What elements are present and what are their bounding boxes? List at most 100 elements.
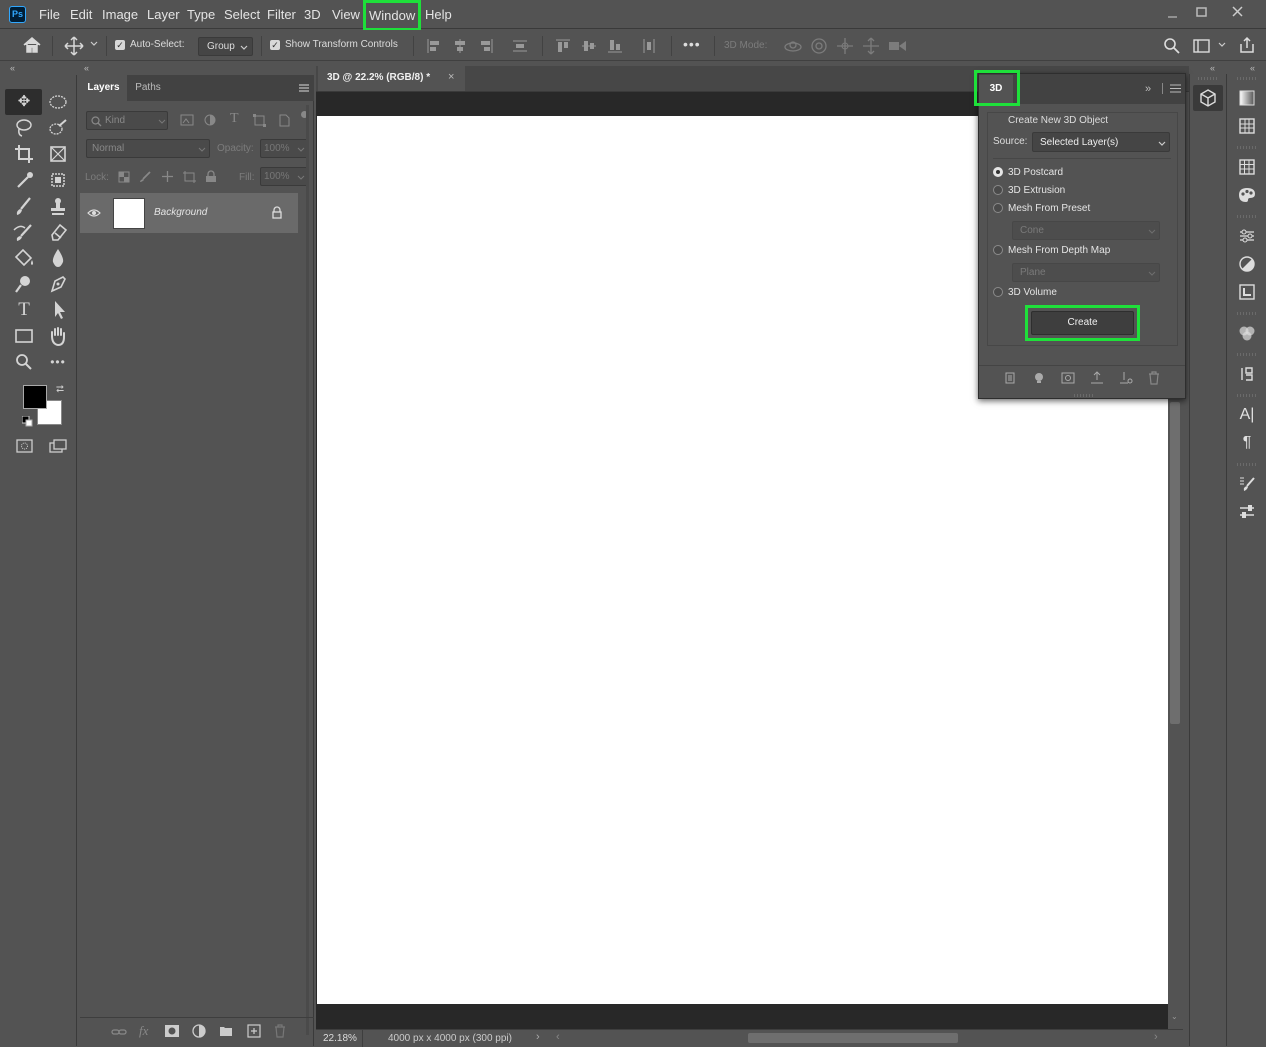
channels-icon[interactable]: [1227, 319, 1266, 347]
new-light-icon[interactable]: [1119, 371, 1133, 384]
add-mask-icon[interactable]: [165, 1025, 179, 1037]
ground-plane-icon[interactable]: [1090, 371, 1104, 384]
brush-settings-icon[interactable]: [1227, 470, 1266, 498]
crop-tool-icon[interactable]: [10, 142, 38, 166]
scale-3d-icon[interactable]: [887, 37, 909, 55]
menu-layer[interactable]: Layer: [143, 0, 184, 29]
menu-window[interactable]: Window: [363, 0, 421, 31]
foreground-color-swatch[interactable]: [23, 385, 47, 409]
menu-filter[interactable]: Filter: [263, 0, 300, 29]
character-icon[interactable]: A|: [1227, 401, 1266, 429]
menu-image[interactable]: Image: [98, 0, 142, 29]
gradients-icon[interactable]: [1227, 84, 1266, 112]
workspace-icon[interactable]: [1193, 38, 1211, 54]
eraser-tool-icon[interactable]: [44, 220, 72, 244]
blur-tool-icon[interactable]: [44, 246, 72, 270]
history-brush-tool-icon[interactable]: [10, 220, 38, 244]
radio-3d-postcard[interactable]: [993, 167, 1003, 177]
lock-artboard-icon[interactable]: [183, 171, 196, 183]
new-adjustment-icon[interactable]: [192, 1024, 206, 1038]
option-3d-volume[interactable]: 3D Volume: [1008, 287, 1057, 298]
distribute-icon[interactable]: [512, 38, 528, 54]
filter-shape-icon[interactable]: [253, 114, 266, 127]
align-right-icon[interactable]: [478, 38, 494, 54]
quick-selection-tool-icon[interactable]: [44, 116, 72, 140]
adjustments-icon[interactable]: [1227, 250, 1266, 278]
distribute-vertical-icon[interactable]: [641, 38, 657, 54]
stamp-tool-icon[interactable]: [44, 194, 72, 218]
option-3d-extrusion[interactable]: 3D Extrusion: [1008, 185, 1065, 196]
menu-view[interactable]: View: [328, 0, 364, 29]
delete-icon[interactable]: [1148, 371, 1160, 385]
pan-3d-icon[interactable]: [835, 37, 855, 55]
delete-layer-icon[interactable]: [274, 1024, 286, 1038]
paint-bucket-tool-icon[interactable]: [10, 246, 38, 270]
history-icon[interactable]: [1227, 360, 1266, 388]
brush-tool-icon[interactable]: [10, 194, 38, 218]
menu-file[interactable]: File: [35, 0, 64, 29]
move-tool-icon[interactable]: ✥: [10, 90, 38, 114]
eyedropper-tool-icon[interactable]: [10, 168, 38, 192]
option-mesh-from-depth-map[interactable]: Mesh From Depth Map: [1008, 245, 1110, 256]
tab-layers[interactable]: Layers: [80, 75, 127, 101]
radio-mesh-from-preset[interactable]: [993, 203, 1003, 213]
scroll-left-icon[interactable]: ‹: [556, 1031, 560, 1043]
more-options-icon[interactable]: •••: [683, 36, 701, 52]
panel-menu-icon[interactable]: [298, 83, 310, 93]
filter-pixel-icon[interactable]: [180, 114, 194, 126]
filter-scene-icon[interactable]: [1004, 372, 1016, 384]
radio-3d-extrusion[interactable]: [993, 185, 1003, 195]
resize-grip[interactable]: [1074, 394, 1094, 397]
quick-mask-icon[interactable]: [15, 438, 35, 454]
option-mesh-from-preset[interactable]: Mesh From Preset: [1008, 203, 1090, 214]
more-tools-icon[interactable]: •••: [44, 350, 72, 374]
align-top-icon[interactable]: [555, 38, 571, 54]
hand-tool-icon[interactable]: [44, 324, 72, 348]
collapse-panel-icon[interactable]: «: [84, 63, 89, 73]
share-icon[interactable]: [1238, 36, 1256, 54]
light-bulb-icon[interactable]: [1033, 372, 1045, 384]
menu-edit[interactable]: Edit: [66, 0, 96, 29]
paragraph-icon[interactable]: ¶: [1227, 429, 1266, 457]
lock-transparent-icon[interactable]: [118, 171, 130, 183]
status-menu-arrow-icon[interactable]: ›: [536, 1031, 540, 1043]
lock-all-icon[interactable]: [205, 170, 217, 183]
dodge-tool-icon[interactable]: [10, 272, 38, 296]
tool-presets-icon[interactable]: [1227, 498, 1266, 526]
auto-select-checkbox[interactable]: ✓: [115, 40, 125, 50]
color-palette-icon[interactable]: [1227, 181, 1266, 209]
swap-colors-icon[interactable]: ⮂: [56, 384, 64, 395]
roll-3d-icon[interactable]: [809, 37, 829, 55]
show-transform-checkbox[interactable]: ✓: [270, 40, 280, 50]
slide-3d-icon[interactable]: [861, 37, 881, 55]
rectangle-tool-icon[interactable]: [10, 324, 38, 348]
scroll-down-icon[interactable]: ⌄: [1171, 1012, 1178, 1021]
type-tool-icon[interactable]: T: [10, 298, 38, 322]
source-dropdown[interactable]: Selected Layer(s): [1032, 132, 1170, 152]
collapse-dock2-icon[interactable]: «: [1250, 63, 1255, 73]
home-icon[interactable]: [22, 36, 42, 54]
path-selection-tool-icon[interactable]: [44, 298, 72, 322]
align-middle-icon[interactable]: [581, 38, 597, 54]
filter-type-icon[interactable]: T: [230, 111, 239, 127]
lock-position-icon[interactable]: [161, 170, 174, 183]
menu-3d[interactable]: 3D: [300, 0, 325, 29]
tab-paths[interactable]: Paths: [127, 75, 169, 101]
lasso-tool-icon[interactable]: [10, 116, 38, 140]
fill-field[interactable]: 100%: [260, 167, 308, 186]
horizontal-scroll-thumb[interactable]: [748, 1033, 958, 1043]
auto-select-dropdown[interactable]: Group: [198, 37, 253, 56]
blend-mode-dropdown[interactable]: Normal: [86, 139, 210, 158]
option-3d-postcard[interactable]: 3D Postcard: [1008, 167, 1063, 178]
opacity-field[interactable]: 100%: [260, 139, 308, 158]
chevron-down-icon[interactable]: [89, 39, 99, 49]
orbit-3d-icon[interactable]: [783, 37, 803, 55]
minimize-icon[interactable]: [1165, 6, 1181, 22]
collapse-dock-icon[interactable]: «: [1210, 63, 1215, 73]
3d-dock-icon[interactable]: [1193, 85, 1223, 111]
collapse-toolbar-icon[interactable]: «: [10, 63, 15, 73]
preset-dropdown[interactable]: Cone: [1012, 221, 1160, 240]
align-left-icon[interactable]: [426, 38, 442, 54]
patterns-icon[interactable]: [1227, 153, 1266, 181]
frame-tool-icon[interactable]: [44, 142, 72, 166]
